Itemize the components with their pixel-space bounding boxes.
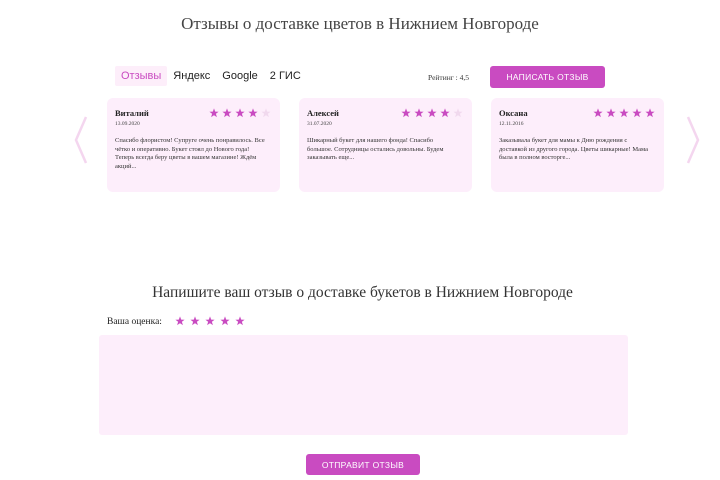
review-text-input[interactable] <box>99 335 628 435</box>
star-icon[interactable] <box>235 316 245 326</box>
chevron-left-icon[interactable] <box>74 115 88 165</box>
review-stars <box>401 108 463 118</box>
star-icon <box>248 108 258 118</box>
chevron-right-icon[interactable] <box>686 115 700 165</box>
review-date: 13.09.2020 <box>115 121 140 127</box>
tab-2gis[interactable]: 2 ГИС <box>264 66 307 86</box>
star-icon[interactable] <box>205 316 215 326</box>
star-icon <box>222 108 232 118</box>
review-card: Оксана 12.11.2016 Заказывала букет для м… <box>491 98 664 192</box>
your-rating-stars[interactable] <box>175 316 245 326</box>
tab-otzyvy[interactable]: Отзывы <box>115 66 168 86</box>
review-stars <box>209 108 271 118</box>
review-card: Алексей 31.07.2020 Шикарный букет для на… <box>299 98 472 192</box>
review-text: Заказывала букет для мамы к Дню рождения… <box>499 137 648 161</box>
star-icon <box>593 108 603 118</box>
star-icon <box>632 108 642 118</box>
review-text: Спасибо флористом! Супруге очень понрави… <box>115 137 265 170</box>
reviewer-name: Виталий <box>115 108 149 118</box>
star-icon <box>209 108 219 118</box>
star-icon <box>606 108 616 118</box>
review-form-title: Напишите ваш отзыв о доставке букетов в … <box>152 284 573 301</box>
star-icon[interactable] <box>220 316 230 326</box>
star-icon <box>440 108 450 118</box>
rating-text: Рейтинг : 4,5 <box>428 73 470 82</box>
tab-yandex[interactable]: Яндекс <box>167 66 216 86</box>
review-stars <box>593 108 655 118</box>
write-review-button[interactable]: НАПИСАТЬ ОТЗЫВ <box>490 66 605 88</box>
star-icon[interactable] <box>175 316 185 326</box>
your-rating-label: Ваша оценка: <box>107 317 162 327</box>
reviewer-name: Оксана <box>499 108 528 118</box>
star-icon <box>453 108 463 118</box>
star-icon <box>261 108 271 118</box>
tab-google[interactable]: Google <box>216 66 263 86</box>
submit-review-button[interactable]: ОТПРАВИТ ОТЗЫВ <box>306 454 420 475</box>
star-icon <box>414 108 424 118</box>
review-card: Виталий 13.09.2020 Спасибо флористом! Су… <box>107 98 280 192</box>
page-title: Отзывы о доставке цветов в Нижнием Новго… <box>181 14 539 33</box>
review-date: 12.11.2016 <box>499 121 524 127</box>
star-icon <box>235 108 245 118</box>
star-icon <box>619 108 629 118</box>
review-source-tabs: Отзывы Яндекс Google 2 ГИС <box>115 66 307 86</box>
star-icon <box>427 108 437 118</box>
star-icon <box>645 108 655 118</box>
reviewer-name: Алексей <box>307 108 339 118</box>
review-date: 31.07.2020 <box>307 121 332 127</box>
star-icon <box>401 108 411 118</box>
star-icon[interactable] <box>190 316 200 326</box>
review-text: Шикарный букет для нашего фонда! Спасибо… <box>307 137 444 161</box>
